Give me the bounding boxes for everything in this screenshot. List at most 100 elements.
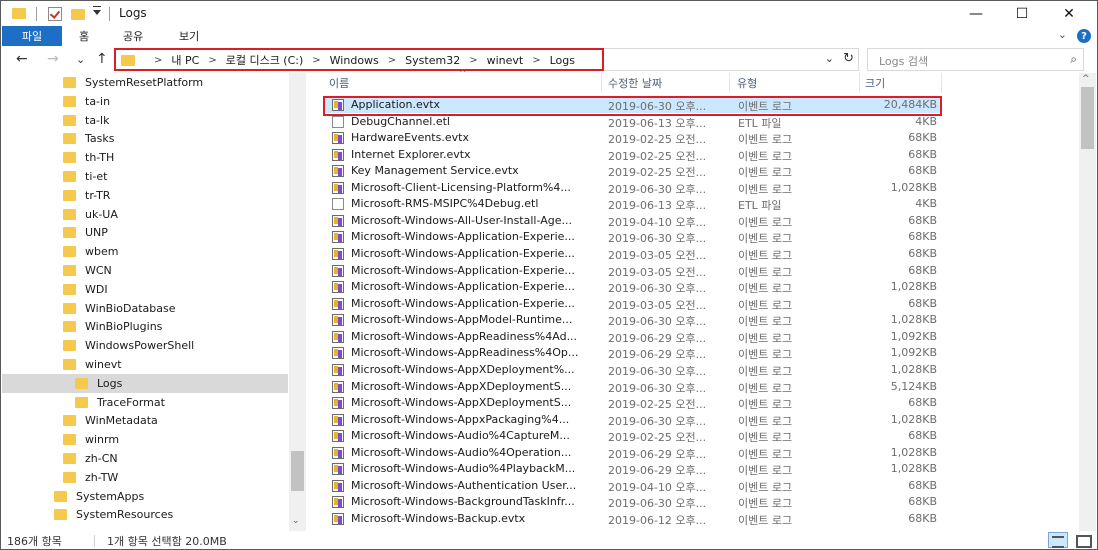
ribbon-collapse-icon[interactable]: ⌄	[1058, 28, 1067, 41]
file-row[interactable]: Microsoft-Windows-All-User-Install-Age..…	[325, 213, 940, 229]
tree-item[interactable]: WCN	[2, 261, 288, 280]
file-row[interactable]: Microsoft-Windows-AppReadiness%4Ad... 201…	[325, 329, 940, 345]
forward-button[interactable]: →	[47, 51, 59, 67]
tree-item[interactable]: winrm	[2, 430, 288, 449]
address-dropdown-icon[interactable]: ⌄	[825, 52, 834, 65]
tree-item-label: tr-TR	[85, 188, 111, 202]
file-type: 이벤트 로그	[738, 414, 793, 428]
nav-scrollbar[interactable]: ⌄	[289, 73, 306, 531]
file-type: 이벤트 로그	[738, 348, 793, 362]
close-button[interactable]: ✕	[1046, 1, 1092, 26]
tree-item[interactable]: ti-et	[2, 167, 288, 186]
tree-item[interactable]: TraceFormat	[2, 393, 288, 412]
column-divider[interactable]	[601, 73, 602, 93]
tab-file[interactable]: 파일	[2, 26, 62, 46]
file-row[interactable]: Microsoft-Windows-AppReadiness%4Op... 201…	[325, 345, 940, 361]
tree-item[interactable]: Tasks	[2, 129, 288, 148]
search-input[interactable]: Logs 검색 ⌕	[867, 48, 1084, 71]
event-log-file-icon	[332, 330, 344, 343]
tree-item[interactable]: uk-UA	[2, 205, 288, 224]
file-row[interactable]: Microsoft-Windows-Application-Experie...…	[325, 263, 940, 279]
scroll-down-icon[interactable]: ⌄	[292, 516, 300, 526]
file-name: Microsoft-Windows-AppXDeploymentS...	[351, 379, 572, 393]
column-divider[interactable]	[859, 73, 860, 93]
tree-item[interactable]: zh-TW	[2, 468, 288, 487]
tree-item[interactable]: winevt	[2, 355, 288, 374]
tree-item[interactable]: WindowsPowerShell	[2, 336, 288, 355]
tree-item[interactable]: WinBioDatabase	[2, 299, 288, 318]
recent-locations-icon[interactable]: ⌄	[76, 53, 85, 66]
file-row[interactable]: Microsoft-Windows-Application-Experie...…	[325, 279, 940, 295]
event-log-file-icon	[332, 413, 344, 426]
tree-item[interactable]: Logs	[2, 373, 288, 393]
tree-item[interactable]: SystemApps	[2, 487, 288, 506]
details-view-icon[interactable]	[1048, 532, 1068, 548]
refresh-icon[interactable]: ↻	[843, 51, 854, 66]
file-row[interactable]: Key Management Service.evtx 2019-02-25 오전…	[325, 163, 940, 179]
help-icon[interactable]: ?	[1077, 29, 1091, 43]
file-row[interactable]: HardwareEvents.evtx 2019-02-25 오전... 이벤트 로…	[325, 130, 940, 146]
tab-home[interactable]: 홈	[79, 28, 89, 44]
tree-item[interactable]: ta-in	[2, 92, 288, 111]
file-list-scrollbar[interactable]: ^	[1079, 73, 1096, 531]
tree-item-label: SystemResources	[76, 508, 174, 522]
file-row[interactable]: Microsoft-Windows-Backup.evtx 2019-06-12 …	[325, 511, 940, 527]
file-row[interactable]: Microsoft-Windows-Audio%4Operation... 201…	[325, 445, 940, 461]
column-divider[interactable]	[729, 73, 730, 93]
file-type: ETL 파일	[738, 199, 782, 213]
tab-share[interactable]: 공유	[123, 28, 143, 44]
up-button[interactable]: ↑	[96, 51, 108, 67]
file-row[interactable]: Microsoft-Windows-BackgroundTaskInfr... 2…	[325, 494, 940, 510]
file-row[interactable]: Microsoft-Windows-AppXDeploymentS... 2019…	[325, 379, 940, 395]
file-row[interactable]: Microsoft-Windows-AppXDeployment%... 2019…	[325, 362, 940, 378]
tree-item[interactable]: WDI	[2, 280, 288, 299]
quick-access-dropdown-icon[interactable]	[93, 6, 101, 15]
back-button[interactable]: ←	[16, 51, 28, 67]
file-row[interactable]: Microsoft-Windows-AppXDeploymentS... 2019…	[325, 395, 940, 411]
column-header-date[interactable]: 수정한 날짜	[608, 73, 728, 93]
tree-item[interactable]: tr-TR	[2, 186, 288, 205]
scroll-up-icon[interactable]: ^	[1082, 74, 1090, 84]
tab-view[interactable]: 보기	[179, 28, 199, 44]
file-row[interactable]: Microsoft-Windows-Audio%4PlaybackM... 201…	[325, 461, 940, 477]
file-row[interactable]: Microsoft-RMS-MSIPC%4Debug.etl 2019-06-13…	[325, 196, 940, 212]
tree-item[interactable]: SystemResources	[2, 505, 288, 524]
file-row[interactable]: Microsoft-Windows-Authentication User...…	[325, 478, 940, 494]
tree-item[interactable]: th-TH	[2, 148, 288, 167]
tree-item[interactable]: UNP	[2, 223, 288, 242]
search-icon[interactable]: ⌕	[1070, 52, 1077, 67]
column-divider[interactable]	[941, 73, 942, 93]
file-row[interactable]: Microsoft-Windows-AppModel-Runtime... 201…	[325, 312, 940, 328]
file-date: 2019-06-30 오후...	[608, 182, 707, 196]
properties-icon[interactable]	[48, 7, 62, 21]
file-row[interactable]: Microsoft-Client-Licensing-Platform%4...…	[325, 180, 940, 196]
file-row[interactable]: Microsoft-Windows-Audio%4CaptureM... 2019…	[325, 428, 940, 444]
tree-item[interactable]: ta-lk	[2, 111, 288, 130]
minimize-button[interactable]: —	[953, 1, 999, 26]
tree-item[interactable]: wbem	[2, 242, 288, 261]
file-list-scrollbar-thumb[interactable]	[1081, 87, 1094, 149]
tree-item[interactable]: SystemResetPlatform	[2, 73, 288, 92]
tree-item[interactable]: zh-CN	[2, 449, 288, 468]
file-size: 68KB	[908, 131, 937, 145]
maximize-button[interactable]: ☐	[999, 1, 1045, 26]
column-header-size[interactable]: 크기	[865, 73, 935, 93]
new-folder-icon[interactable]	[71, 9, 85, 20]
tree-item[interactable]: WinBioPlugins	[2, 317, 288, 336]
tree-item[interactable]: WinMetadata	[2, 411, 288, 430]
divider	[36, 7, 37, 21]
large-icons-view-icon[interactable]	[1072, 532, 1092, 548]
file-row[interactable]: Microsoft-Windows-Application-Experie...…	[325, 229, 940, 245]
file-row[interactable]: Internet Explorer.evtx 2019-02-25 오전... 이벤…	[325, 147, 940, 163]
event-log-file-icon	[332, 148, 344, 161]
folder-icon	[63, 114, 76, 126]
file-row[interactable]: Microsoft-Windows-Application-Experie...…	[325, 296, 940, 312]
file-type: 이벤트 로그	[738, 182, 793, 196]
column-header-type[interactable]: 유형	[737, 73, 857, 93]
file-row[interactable]: Microsoft-Windows-Application-Experie...…	[325, 246, 940, 262]
nav-scrollbar-thumb[interactable]	[291, 451, 304, 491]
folder-icon	[63, 133, 76, 145]
folder-icon[interactable]	[12, 8, 26, 19]
column-header-name[interactable]: 이름	[329, 73, 599, 93]
file-row[interactable]: Microsoft-Windows-AppxPackaging%4... 2019…	[325, 412, 940, 428]
